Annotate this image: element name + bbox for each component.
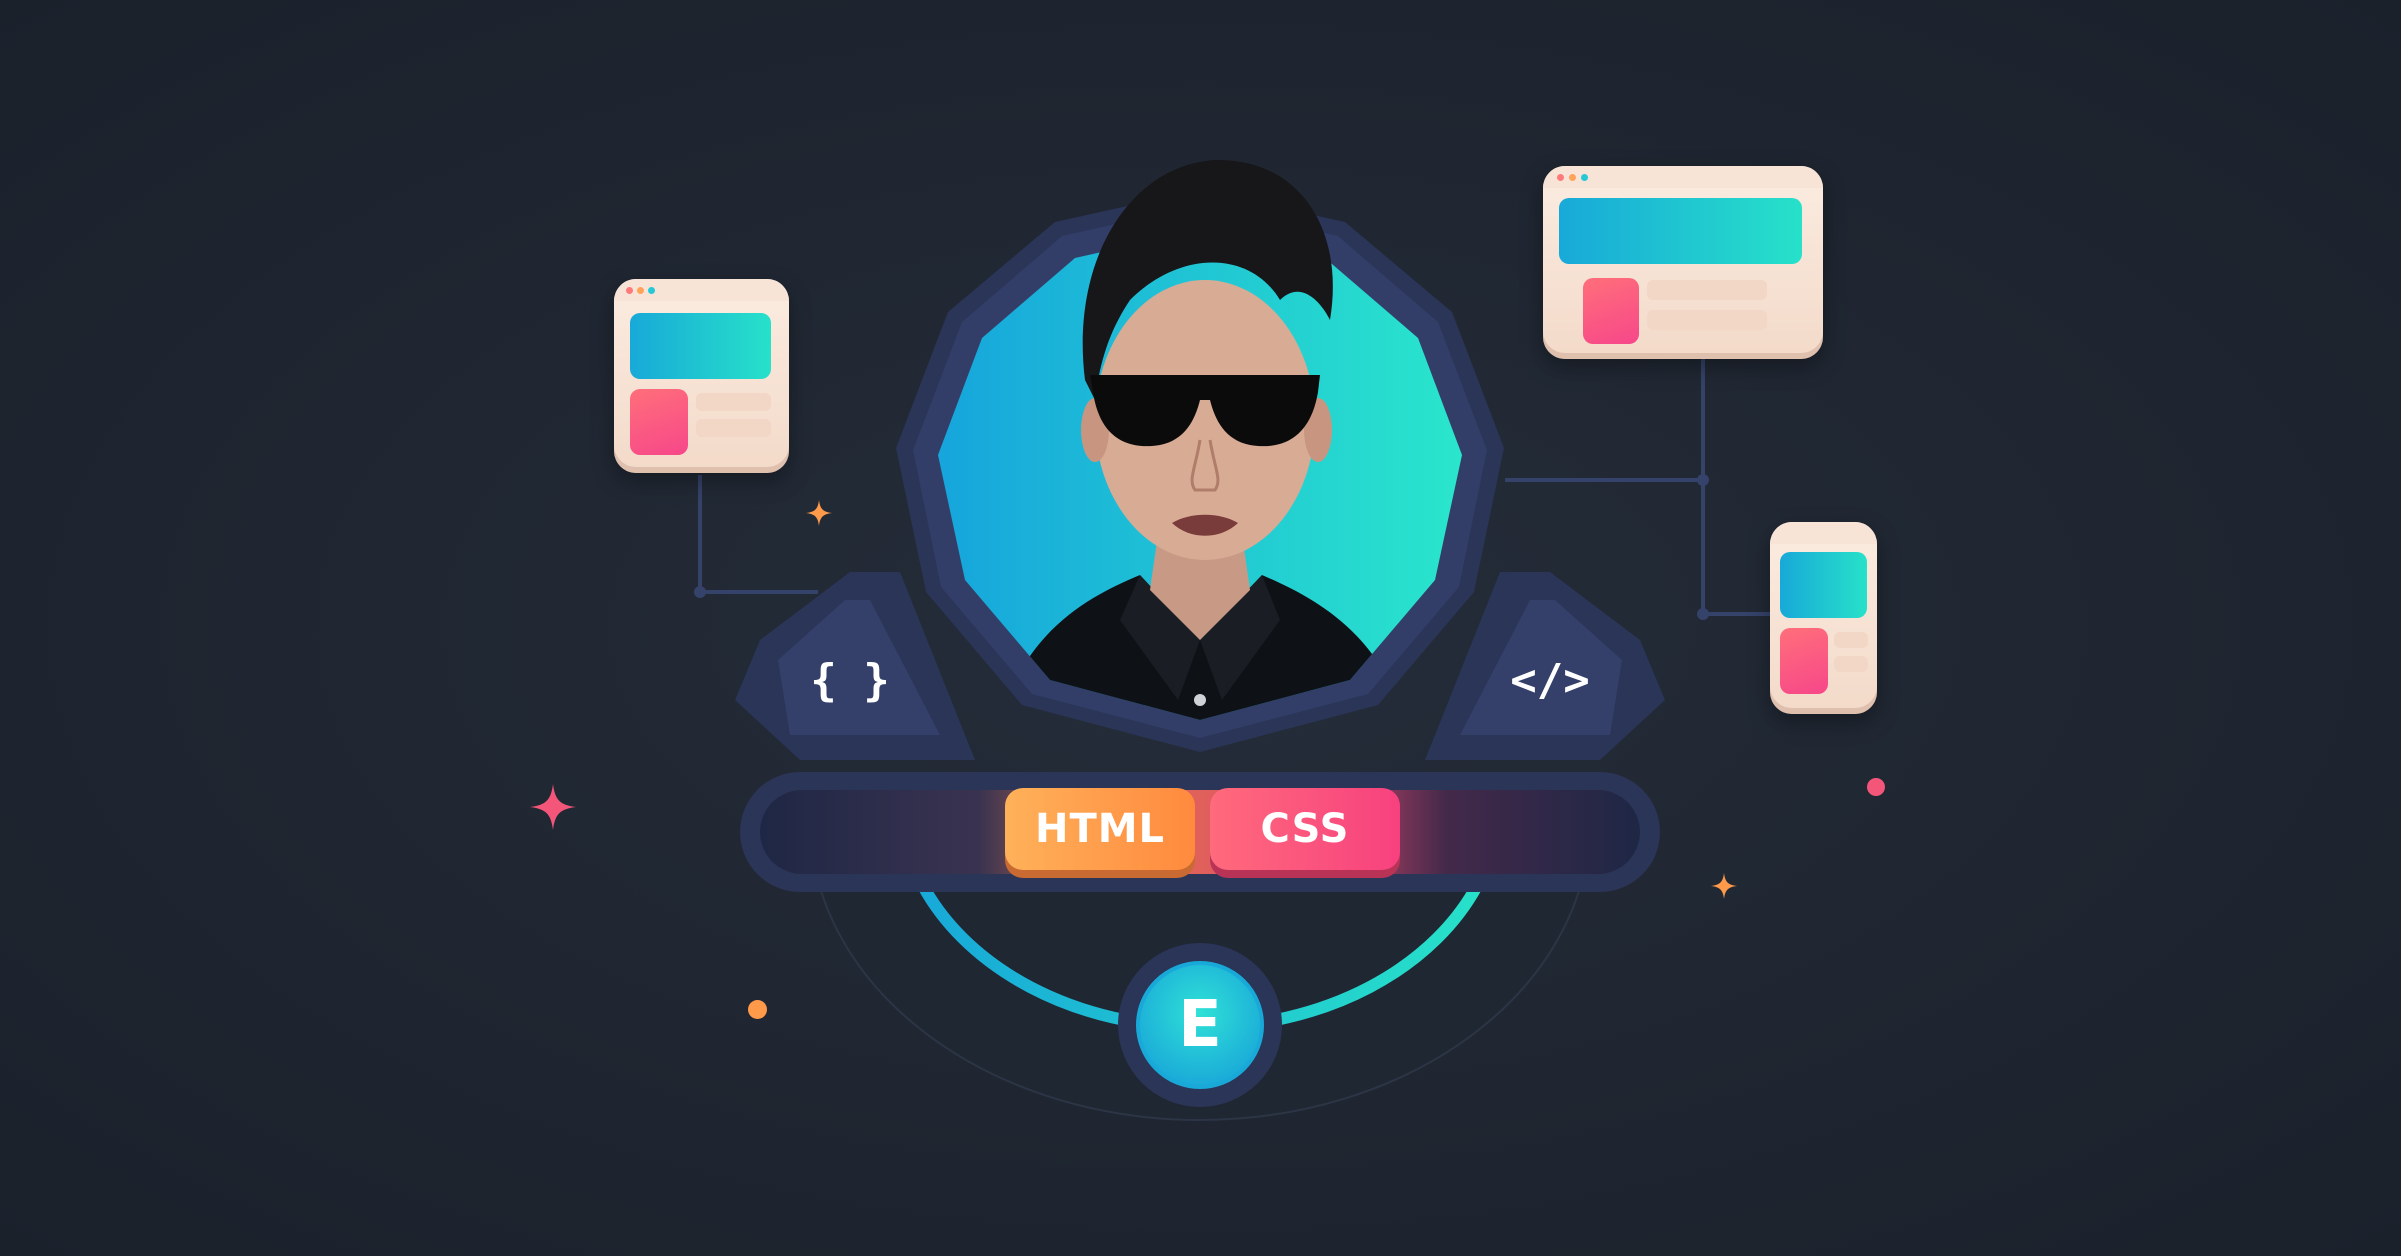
css-badge: CSS: [1210, 788, 1400, 870]
sparkle-icon: [530, 784, 576, 830]
connector-node: [694, 586, 706, 598]
connector-node: [1697, 608, 1709, 620]
connector-node: [1697, 474, 1709, 486]
browser-window-icon: [614, 279, 789, 473]
connector-line: [698, 590, 818, 594]
connector-line: [1505, 478, 1705, 482]
hero-illustration: HTML CSS { } </> E: [0, 0, 2401, 1256]
connector-line: [1701, 358, 1705, 618]
html-badge-label: HTML: [1034, 806, 1166, 852]
html-badge: HTML: [1005, 788, 1195, 870]
css-badge-label: CSS: [1260, 806, 1350, 852]
logo-e-icon: E: [1178, 988, 1222, 1062]
sparkle-icon: [1711, 873, 1737, 899]
decor-dot: [1867, 778, 1885, 796]
browser-window-icon: [1770, 522, 1877, 714]
connector-line: [698, 475, 702, 593]
curly-braces-icon: { }: [810, 654, 890, 706]
decor-dot: [748, 1000, 767, 1019]
sparkle-icon: [806, 500, 832, 526]
connector-line: [1701, 612, 1771, 616]
code-tag-icon: </>: [1510, 654, 1590, 706]
browser-window-icon: [1543, 166, 1823, 359]
